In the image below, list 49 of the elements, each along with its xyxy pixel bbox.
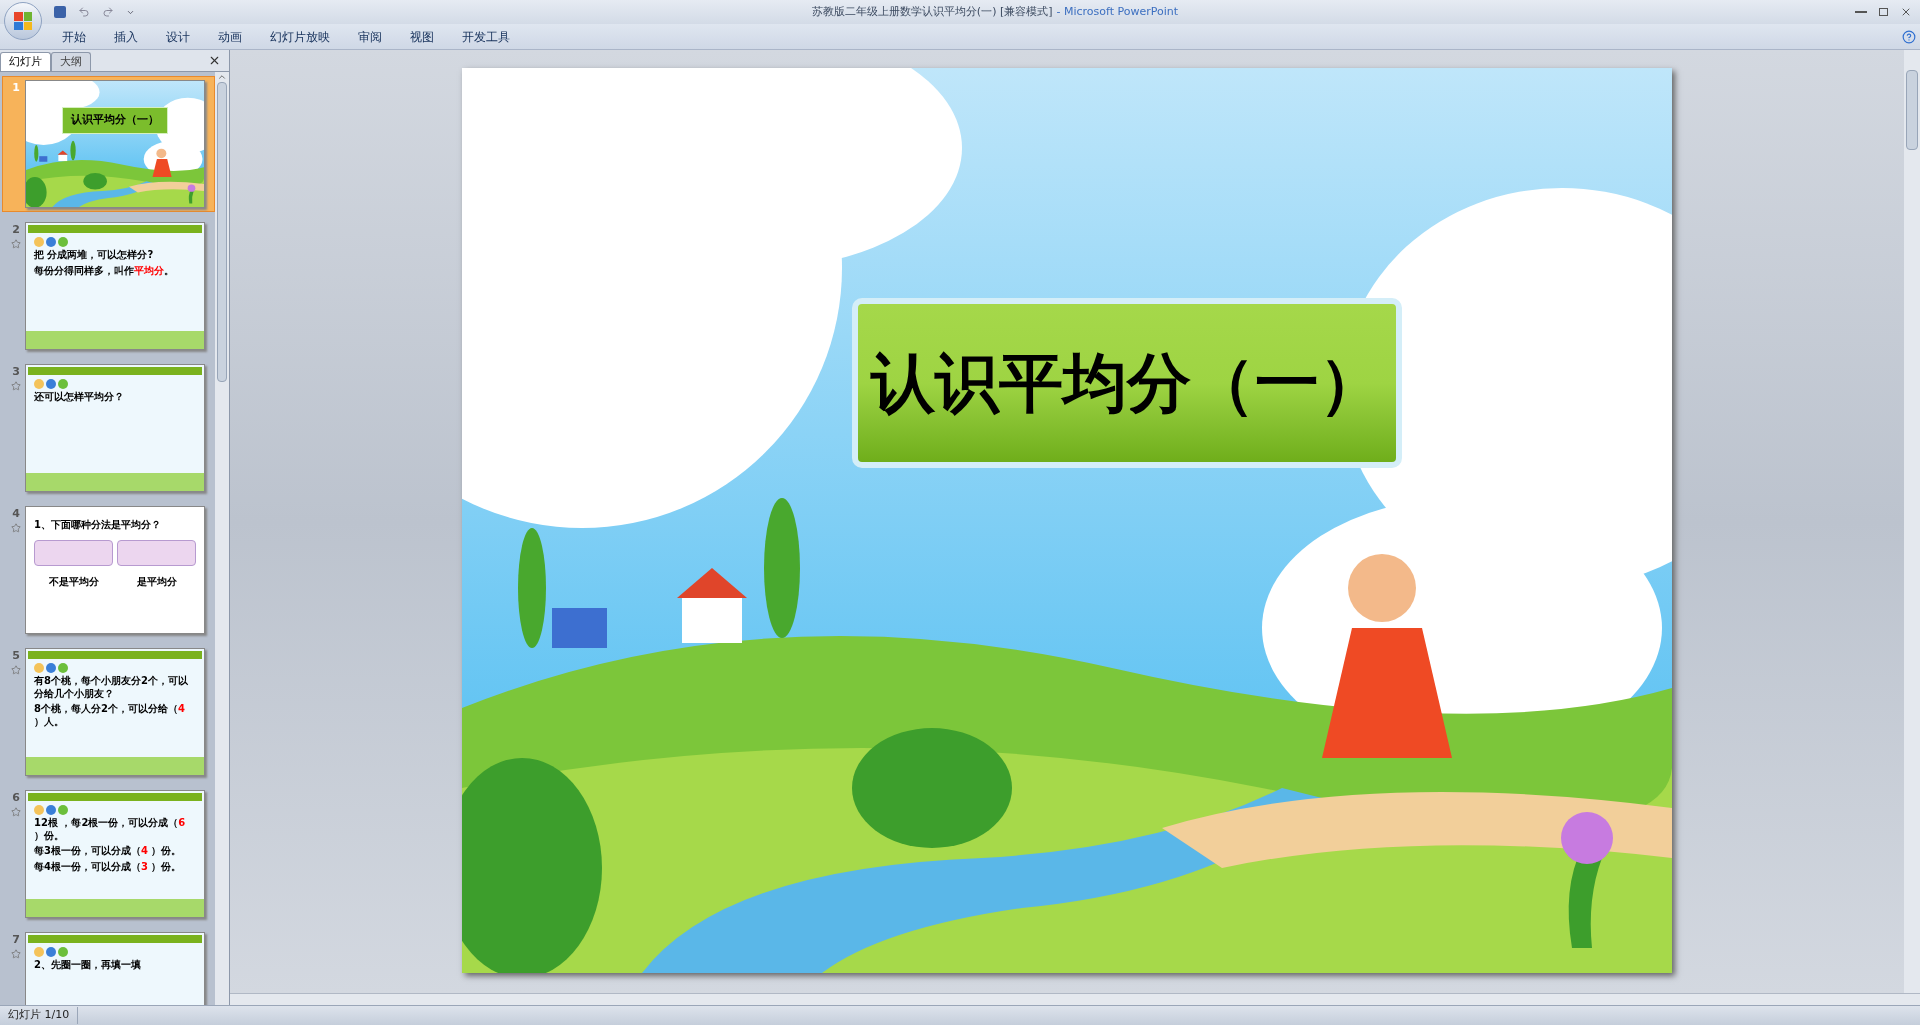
caption: 是平均分: [136, 574, 177, 589]
slide-text: 把 分成两堆，可以怎样分?: [34, 249, 155, 262]
scroll-thumb[interactable]: [1906, 70, 1918, 150]
slide-text: 1、下面哪种分法是平均分？: [34, 519, 162, 532]
slide-text: 每4根一份，可以分成（3 ）份。: [34, 860, 183, 873]
scrollbar[interactable]: [230, 993, 1920, 1005]
ribbon-tab[interactable]: 审阅: [346, 27, 394, 46]
ribbon-tab[interactable]: 开始: [50, 27, 98, 46]
slide-number: 4: [12, 506, 20, 522]
ribbon-tab[interactable]: 开发工具: [450, 27, 522, 46]
slide-text: 有8个桃，每个小朋友分2个，可以分给几个小朋友？: [34, 675, 189, 700]
slide-text: 12根 ，每2根一份，可以分成（6 ）份。: [34, 817, 187, 842]
slide-text: 每3根一份，可以分成（4 ）份。: [34, 845, 183, 858]
ribbon-tab[interactable]: 幻灯片放映: [258, 27, 342, 46]
close-icon[interactable]: [1900, 6, 1912, 18]
slide-count: 幻灯片 1/10: [0, 1007, 79, 1024]
help-icon[interactable]: [1902, 29, 1916, 44]
slide-text: 2、先圈一圈，再填一填: [34, 959, 142, 972]
undo-icon[interactable]: [78, 6, 90, 18]
save-icon[interactable]: [54, 6, 66, 18]
slide-number: 7: [12, 932, 20, 948]
window-title: 苏教版二年级上册数学认识平均分(一) [兼容模式]: [811, 3, 1053, 20]
office-logo[interactable]: [4, 2, 42, 40]
slide-number: 3: [12, 364, 20, 380]
slide-title: 认识平均分（一）: [62, 107, 168, 134]
caption: 不是平均分: [48, 574, 99, 589]
ribbon-tab[interactable]: 插入: [102, 27, 150, 46]
panel-tab[interactable]: 大纲: [51, 52, 91, 71]
slide-number: 1: [12, 80, 20, 96]
slide-text: 8个桃，每人分2个，可以分给（4 ）人。: [34, 703, 186, 728]
slide-text: 每份分得同样多，叫作平均分。: [34, 264, 175, 277]
slide-title: 认识平均分（一）: [871, 345, 1383, 422]
ribbon-tab[interactable]: 动画: [206, 27, 254, 46]
slide-text: 还可以怎样平均分？: [34, 391, 125, 404]
panel-tab[interactable]: 幻灯片: [0, 52, 51, 71]
ribbon-tab[interactable]: 设计: [154, 27, 202, 46]
slide-thumbnail[interactable]: 1 认识平均分（一）: [2, 76, 215, 212]
maximize-icon[interactable]: [1879, 8, 1888, 16]
slide-number: 6: [12, 790, 20, 806]
ribbon-tab[interactable]: 视图: [398, 27, 446, 46]
slide-number: 5: [12, 648, 20, 664]
scrollbar[interactable]: [215, 72, 229, 1005]
redo-icon[interactable]: [102, 6, 114, 18]
app-name: - Microsoft PowerPoint: [1056, 3, 1179, 20]
scroll-up-icon[interactable]: [217, 72, 227, 82]
scroll-thumb[interactable]: [217, 82, 227, 382]
scrollbar[interactable]: [1904, 50, 1920, 993]
close-icon[interactable]: [208, 54, 221, 67]
slide-number: 2: [12, 222, 20, 238]
